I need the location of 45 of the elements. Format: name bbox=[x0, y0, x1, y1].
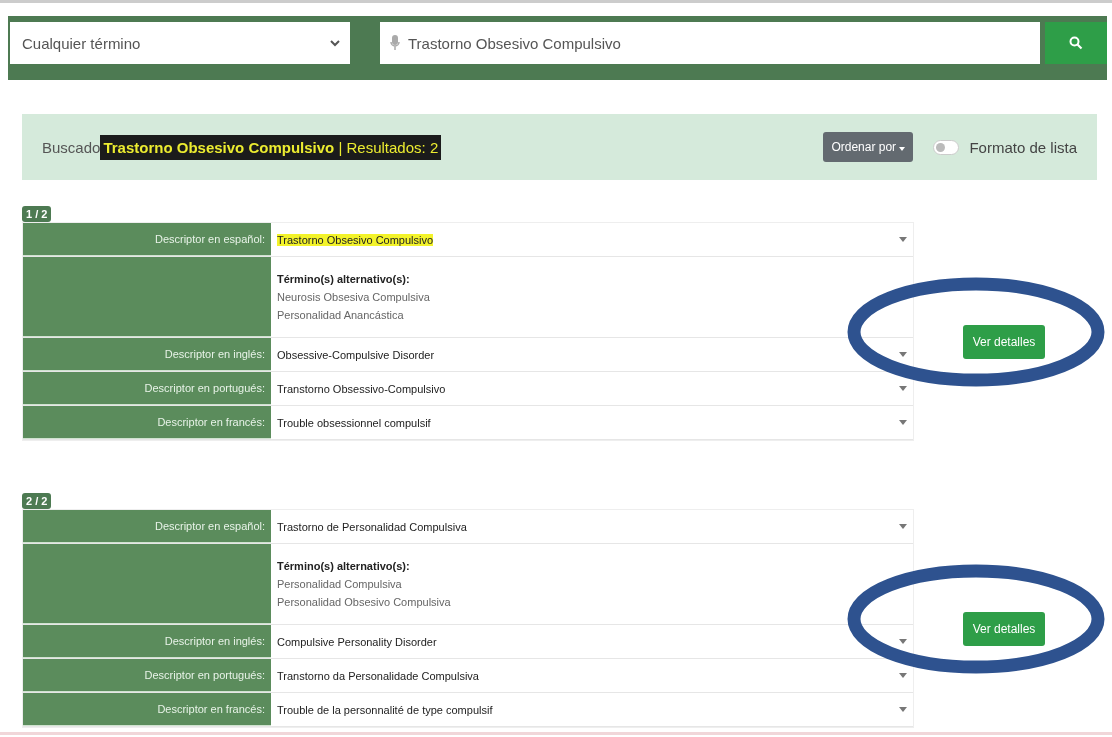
label-cell: Descriptor en inglés: bbox=[23, 625, 271, 658]
alternative-term: Personalidad Anancástica bbox=[277, 309, 404, 321]
label-cell: Descriptor en portugués: bbox=[23, 659, 271, 692]
alternative-term: Personalidad Obsesivo Compulsiva bbox=[277, 596, 451, 608]
caret-down-icon[interactable] bbox=[899, 673, 907, 678]
alternative-term: Personalidad Compulsiva bbox=[277, 578, 402, 590]
view-details-button[interactable]: Ver detalles bbox=[962, 324, 1046, 359]
descriptor-value: Trouble obsessionnel compulsif bbox=[277, 416, 431, 429]
label-cell: Descriptor en francés: bbox=[23, 406, 271, 439]
search-field[interactable]: Trastorno Obsesivo Compulsivo bbox=[380, 22, 1040, 64]
descriptor-value: Trastorno Obsesivo Compulsivo bbox=[277, 233, 434, 246]
alternatives-title: Término(s) alternativo(s): bbox=[277, 560, 410, 572]
list-format-label: Formato de lista bbox=[969, 138, 1077, 156]
label-cell: Descriptor en español: bbox=[23, 223, 271, 256]
view-details-button[interactable]: Ver detalles bbox=[962, 611, 1046, 646]
caret-down-icon bbox=[899, 147, 906, 151]
caret-down-icon[interactable] bbox=[899, 420, 907, 425]
search-icon bbox=[1069, 36, 1083, 50]
label-cell: Descriptor en francés: bbox=[23, 693, 271, 726]
list-format-toggle[interactable] bbox=[933, 139, 960, 155]
caret-down-icon[interactable] bbox=[899, 639, 907, 644]
alternative-term: Neurosis Obsesiva Compulsiva bbox=[277, 291, 430, 303]
chevron-down-icon bbox=[330, 39, 340, 47]
search-term-highlight: Trastorno Obsesivo Compulsivo | Resultados: 2 bbox=[100, 134, 442, 160]
caret-down-icon[interactable] bbox=[899, 707, 907, 712]
alternatives-title: Término(s) alternativo(s): bbox=[277, 273, 410, 285]
caret-down-icon[interactable] bbox=[899, 237, 907, 242]
descriptor-value: Trouble de la personnalité de type compulsif bbox=[277, 703, 493, 716]
scope-select[interactable]: Cualquier término bbox=[10, 22, 350, 64]
descriptor-value: Compulsive Personality Disorder bbox=[277, 635, 437, 648]
result-counter-badge: 2 / 2 bbox=[22, 493, 52, 509]
sort-dropdown-button[interactable]: Ordenar por bbox=[823, 132, 914, 162]
label-cell: Descriptor en portugués: bbox=[23, 372, 271, 405]
descriptor-value: Transtorno Obsessivo-Compulsivo bbox=[277, 382, 446, 395]
caret-down-icon[interactable] bbox=[899, 352, 907, 357]
label-cell: Descriptor en inglés: bbox=[23, 338, 271, 371]
descriptor-value: Trastorno de Personalidad Compulsiva bbox=[277, 520, 467, 533]
result-counter-badge: 1 / 2 bbox=[22, 206, 52, 222]
label-cell: Descriptor en español: bbox=[23, 510, 271, 543]
descriptor-value: Transtorno da Personalidade Compulsiva bbox=[277, 669, 479, 682]
caret-down-icon[interactable] bbox=[899, 524, 907, 529]
searched-label: Buscado bbox=[42, 138, 101, 156]
microphone-icon bbox=[390, 34, 400, 52]
descriptor-value: Obsessive-Compulsive Disorder bbox=[277, 348, 435, 361]
caret-down-icon[interactable] bbox=[899, 386, 907, 391]
